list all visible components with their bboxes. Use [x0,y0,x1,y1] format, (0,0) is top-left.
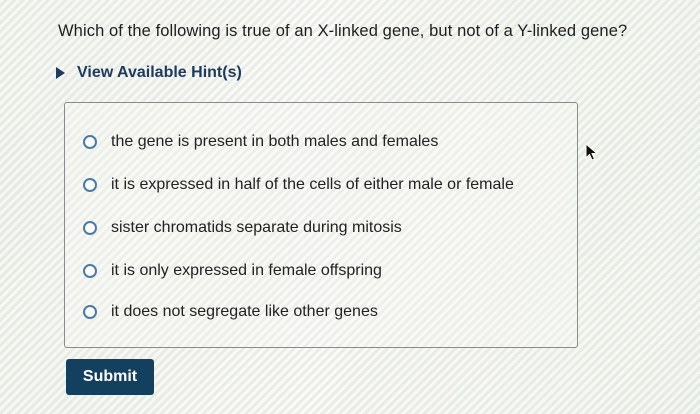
question-text: Which of the following is true of an X-l… [58,22,628,40]
answer-option-5[interactable]: it does not segregate like other genes [83,303,378,321]
radio-button[interactable] [83,264,97,278]
triangle-right-icon [56,67,65,79]
radio-button[interactable] [83,221,97,235]
answer-option-label: the gene is present in both males and fe… [111,133,439,150]
radio-button[interactable] [83,135,97,149]
answer-options-box: the gene is present in both males and fe… [64,102,578,348]
answer-option-label: sister chromatids separate during mitosi… [111,219,402,236]
answer-option-4[interactable]: it is only expressed in female offspring [83,262,382,280]
answer-option-1[interactable]: the gene is present in both males and fe… [83,133,438,151]
answer-option-3[interactable]: sister chromatids separate during mitosi… [83,219,402,237]
submit-button[interactable]: Submit [66,359,154,395]
answer-option-label: it does not segregate like other genes [111,303,378,320]
answer-option-label: it is expressed in half of the cells of … [111,176,514,193]
radio-button[interactable] [83,305,97,319]
view-hints-toggle[interactable]: View Available Hint(s) [56,64,242,82]
answer-option-2[interactable]: it is expressed in half of the cells of … [83,176,514,194]
answer-option-label: it is only expressed in female offspring [111,262,382,279]
radio-button[interactable] [83,178,97,192]
view-hints-label: View Available Hint(s) [77,64,242,81]
mouse-pointer-icon [585,143,599,161]
